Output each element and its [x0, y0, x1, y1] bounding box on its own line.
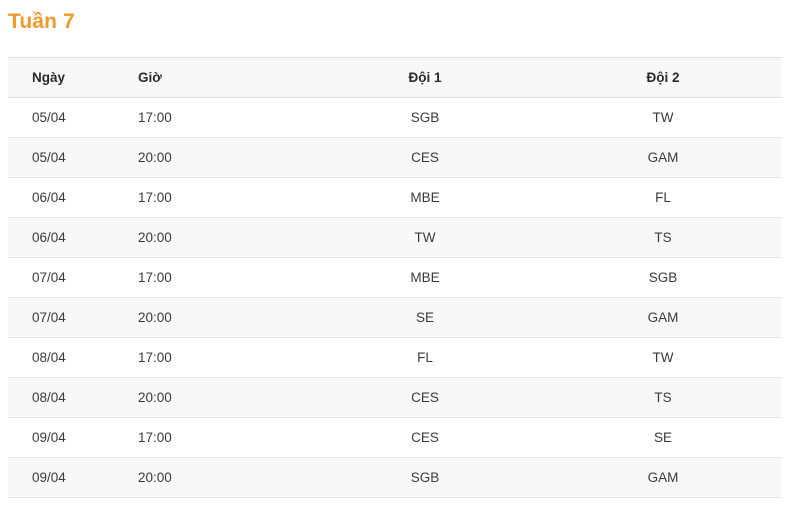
match-team2: SE — [544, 417, 782, 458]
table-row: 07/04 17:00 MBE SGB — [8, 257, 782, 298]
match-time: 17:00 — [120, 417, 306, 458]
page-title: Tuần 7 — [8, 10, 75, 33]
column-header-team1: Đội 1 — [306, 57, 544, 98]
match-time: 20:00 — [120, 137, 306, 178]
match-team2: TW — [544, 97, 782, 138]
match-team1: MBE — [306, 257, 544, 298]
table-row: 08/04 20:00 CES TS — [8, 377, 782, 418]
schedule-table-container: Ngày Giờ Đội 1 Đội 2 05/04 17:00 SGB TW 05/0… — [8, 57, 782, 498]
match-team1: CES — [306, 137, 544, 178]
match-team1: MBE — [306, 177, 544, 218]
match-time: 17:00 — [120, 257, 306, 298]
match-date: 07/04 — [8, 257, 120, 298]
schedule-page: Tuần 7 Ngày Giờ Đội 1 Đội 2 05/04 17:00 SG… — [0, 0, 800, 510]
column-header-team2: Đội 2 — [544, 57, 782, 98]
match-team2: FL — [544, 177, 782, 218]
match-team1: CES — [306, 377, 544, 418]
match-team1: SGB — [306, 457, 544, 498]
match-date: 07/04 — [8, 297, 120, 338]
match-date: 06/04 — [8, 217, 120, 258]
table-row: 08/04 17:00 FL TW — [8, 337, 782, 378]
column-header-time: Giờ — [120, 57, 306, 98]
match-team2: GAM — [544, 297, 782, 338]
match-team2: SGB — [544, 257, 782, 298]
match-team2: TW — [544, 337, 782, 378]
match-date: 09/04 — [8, 417, 120, 458]
match-team2: TS — [544, 377, 782, 418]
column-header-date: Ngày — [8, 57, 120, 98]
table-header: Ngày Giờ Đội 1 Đội 2 — [8, 57, 782, 98]
table-body: 05/04 17:00 SGB TW 05/04 20:00 CES GAM 06/04 17:0… — [8, 97, 782, 498]
table-row: 06/04 17:00 MBE FL — [8, 177, 782, 218]
table-row: 09/04 17:00 CES SE — [8, 417, 782, 458]
match-date: 05/04 — [8, 97, 120, 138]
match-schedule-table: Ngày Giờ Đội 1 Đội 2 05/04 17:00 SGB TW 05/0… — [8, 57, 782, 498]
match-team1: CES — [306, 417, 544, 458]
table-row: 07/04 20:00 SE GAM — [8, 297, 782, 338]
table-row: 05/04 20:00 CES GAM — [8, 137, 782, 178]
match-date: 08/04 — [8, 337, 120, 378]
match-time: 17:00 — [120, 177, 306, 218]
match-time: 20:00 — [120, 297, 306, 338]
match-team1: TW — [306, 217, 544, 258]
match-date: 09/04 — [8, 457, 120, 498]
match-team1: SE — [306, 297, 544, 338]
match-time: 17:00 — [120, 337, 306, 378]
match-time: 20:00 — [120, 457, 306, 498]
match-team1: SGB — [306, 97, 544, 138]
match-date: 05/04 — [8, 137, 120, 178]
match-team2: GAM — [544, 457, 782, 498]
match-date: 08/04 — [8, 377, 120, 418]
table-row: 09/04 20:00 SGB GAM — [8, 457, 782, 498]
match-time: 20:00 — [120, 377, 306, 418]
match-team1: FL — [306, 337, 544, 378]
match-team2: TS — [544, 217, 782, 258]
table-row: 06/04 20:00 TW TS — [8, 217, 782, 258]
match-team2: GAM — [544, 137, 782, 178]
match-date: 06/04 — [8, 177, 120, 218]
match-time: 20:00 — [120, 217, 306, 258]
table-row: 05/04 17:00 SGB TW — [8, 97, 782, 138]
match-time: 17:00 — [120, 97, 306, 138]
table-header-row: Ngày Giờ Đội 1 Đội 2 — [8, 57, 782, 98]
